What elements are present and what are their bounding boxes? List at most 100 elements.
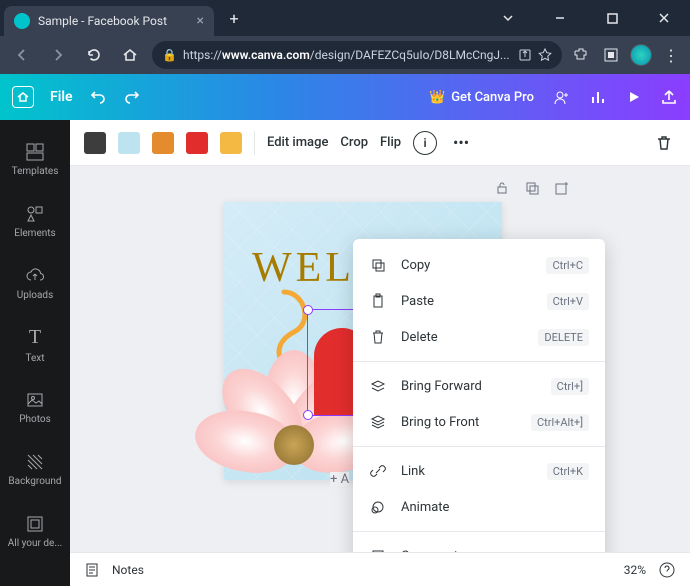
sidebar-item-text[interactable]: TText	[0, 314, 70, 376]
notes-button[interactable]: Notes	[112, 563, 144, 577]
ctx-label: Comment	[401, 549, 589, 553]
flip-button[interactable]: Flip	[380, 135, 401, 150]
browser-address-bar: 🔒 https://www.canva.com/design/DAFEZCq5u…	[0, 36, 690, 74]
share-button[interactable]	[660, 88, 678, 106]
animate-icon	[369, 498, 387, 516]
share-icon[interactable]	[518, 48, 532, 62]
sidebar-item-background[interactable]: Background	[0, 438, 70, 500]
undo-button[interactable]	[89, 88, 107, 106]
home-button[interactable]	[116, 41, 144, 69]
minimize-button[interactable]	[538, 3, 582, 33]
notes-icon[interactable]	[84, 562, 100, 578]
browser-tab[interactable]: Sample - Facebook Post ×	[4, 6, 214, 36]
canvas-panel: Edit image Crop Flip i ••• WEL	[70, 120, 690, 586]
sidebar-label: Photos	[19, 414, 51, 425]
get-pro-button[interactable]: 👑 Get Canva Pro	[429, 90, 534, 105]
comment-icon	[369, 547, 387, 552]
sidebar-item-templates[interactable]: Templates	[0, 128, 70, 190]
trash-icon[interactable]	[652, 131, 676, 155]
ctx-delete[interactable]: DeleteDELETE	[353, 319, 605, 355]
canvas-area[interactable]: WEL + A Copy	[70, 166, 690, 552]
background-icon	[25, 452, 45, 472]
separator	[353, 531, 605, 532]
reload-button[interactable]	[80, 41, 108, 69]
duplicate-page-icon[interactable]	[524, 180, 540, 196]
canva-home-button[interactable]	[12, 86, 34, 108]
sidebar-item-photos[interactable]: Photos	[0, 376, 70, 438]
present-button[interactable]	[626, 89, 642, 105]
ctx-label: Animate	[401, 500, 589, 515]
file-menu[interactable]: File	[50, 89, 73, 105]
ext-box-icon[interactable]	[600, 44, 622, 66]
back-button[interactable]	[8, 41, 36, 69]
crown-icon: 👑	[429, 90, 445, 105]
url-text: https://www.canva.com/design/DAFEZCq5uIo…	[183, 48, 512, 62]
resize-handle[interactable]	[303, 410, 313, 420]
close-icon[interactable]: ×	[197, 13, 204, 29]
browser-titlebar: Sample - Facebook Post × +	[0, 0, 690, 36]
profile-avatar[interactable]	[630, 44, 652, 66]
ctx-bring-forward[interactable]: Bring ForwardCtrl+]	[353, 368, 605, 404]
sidebar: Templates Elements Uploads TText Photos …	[0, 120, 70, 586]
help-icon[interactable]	[658, 561, 676, 579]
sidebar-label: Templates	[12, 166, 59, 177]
color-swatch[interactable]	[152, 132, 174, 154]
sidebar-item-uploads[interactable]: Uploads	[0, 252, 70, 314]
add-page-button[interactable]: + A	[330, 472, 349, 487]
ctx-paste[interactable]: PasteCtrl+V	[353, 283, 605, 319]
close-window-button[interactable]	[642, 3, 686, 33]
ctx-key: Ctrl+C	[546, 257, 589, 274]
ctx-link[interactable]: LinkCtrl+K	[353, 453, 605, 489]
ctx-label: Copy	[401, 258, 532, 273]
ctx-label: Paste	[401, 294, 533, 309]
sidebar-item-elements[interactable]: Elements	[0, 190, 70, 252]
paste-icon	[369, 292, 387, 310]
link-icon	[369, 462, 387, 480]
extensions-icon[interactable]	[570, 44, 592, 66]
resize-handle[interactable]	[303, 305, 313, 315]
insights-button[interactable]	[590, 88, 608, 106]
crop-button[interactable]: Crop	[340, 135, 368, 150]
ctx-comment[interactable]: Comment	[353, 538, 605, 552]
lock-page-icon[interactable]	[494, 180, 510, 196]
ctx-key: DELETE	[538, 329, 589, 346]
separator	[254, 131, 255, 155]
sidebar-label: All your de...	[8, 538, 62, 549]
ctx-animate[interactable]: Animate	[353, 489, 605, 525]
zoom-level[interactable]: 32%	[624, 563, 646, 577]
edit-image-button[interactable]: Edit image	[267, 135, 328, 150]
ctx-label: Link	[401, 464, 533, 479]
forward-icon	[369, 377, 387, 395]
info-icon[interactable]: i	[413, 131, 437, 155]
color-swatch[interactable]	[220, 132, 242, 154]
pro-label: Get Canva Pro	[451, 90, 534, 105]
bottom-bar: Notes 32%	[70, 552, 690, 586]
color-swatch[interactable]	[186, 132, 208, 154]
page-controls	[494, 180, 570, 196]
color-swatch[interactable]	[84, 132, 106, 154]
sidebar-item-designs[interactable]: All your de...	[0, 500, 70, 562]
tab-title: Sample - Facebook Post	[38, 14, 189, 28]
add-page-icon[interactable]	[554, 180, 570, 196]
separator	[353, 361, 605, 362]
designs-icon	[25, 514, 45, 534]
collab-button[interactable]	[552, 87, 572, 107]
new-tab-button[interactable]: +	[220, 4, 248, 32]
ctx-label: Bring to Front	[401, 415, 517, 430]
main-area: Templates Elements Uploads TText Photos …	[0, 120, 690, 586]
address-field[interactable]: 🔒 https://www.canva.com/design/DAFEZCq5u…	[152, 41, 562, 69]
ctx-bring-to-front[interactable]: Bring to FrontCtrl+Alt+]	[353, 404, 605, 440]
kebab-icon[interactable]: ⋮	[660, 44, 682, 66]
chevron-down-icon[interactable]	[486, 3, 530, 33]
maximize-button[interactable]	[590, 3, 634, 33]
more-icon[interactable]: •••	[449, 131, 473, 155]
ctx-copy[interactable]: Copy Ctrl+C	[353, 247, 605, 283]
photos-icon	[25, 390, 45, 410]
star-icon[interactable]	[538, 48, 552, 62]
color-swatch[interactable]	[118, 132, 140, 154]
sidebar-label: Text	[25, 353, 44, 364]
context-menu: Copy Ctrl+C PasteCtrl+V DeleteDELETE Brin…	[353, 239, 605, 552]
redo-button[interactable]	[123, 88, 141, 106]
templates-icon	[25, 142, 45, 162]
forward-button[interactable]	[44, 41, 72, 69]
